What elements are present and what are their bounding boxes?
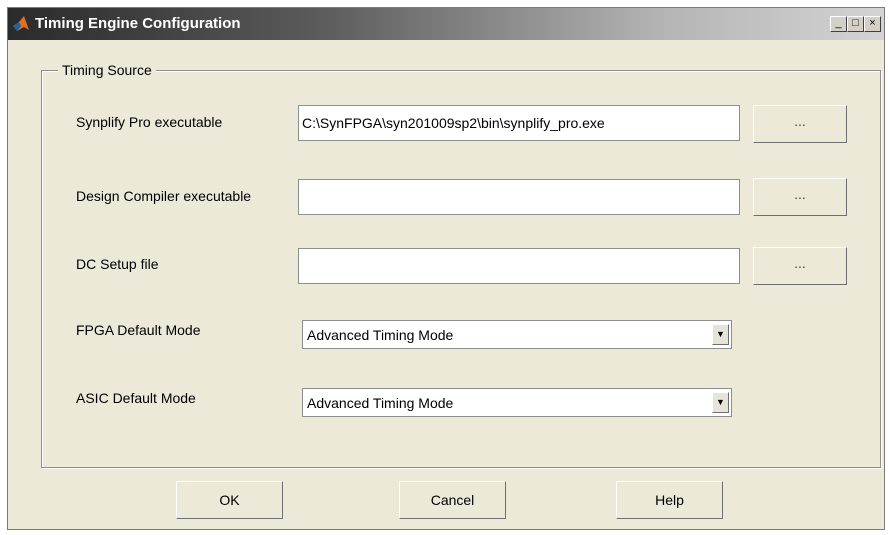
chevron-down-icon[interactable]: ▼ [712, 392, 729, 413]
asic-mode-label: ASIC Default Mode [76, 390, 196, 406]
matlab-logo-icon [13, 16, 29, 31]
ok-button[interactable]: OK [176, 481, 283, 519]
synplify-browse-button[interactable]: ... [753, 105, 847, 143]
synplify-label: Synplify Pro executable [76, 114, 223, 130]
design-compiler-browse-button[interactable]: ... [753, 178, 847, 216]
cancel-button[interactable]: Cancel [399, 481, 506, 519]
window-title: Timing Engine Configuration [35, 15, 241, 32]
dc-setup-browse-button[interactable]: ... [753, 247, 847, 285]
help-button[interactable]: Help [616, 481, 723, 519]
asic-mode-value: Advanced Timing Mode [307, 395, 454, 411]
maximize-button[interactable]: □ [847, 16, 864, 32]
fpga-mode-select[interactable]: Advanced Timing Mode ▼ [302, 320, 732, 349]
dc-setup-path-field[interactable] [298, 248, 740, 284]
close-button[interactable]: × [864, 16, 881, 32]
fpga-mode-label: FPGA Default Mode [76, 322, 201, 338]
minimize-button[interactable]: _ [830, 16, 847, 32]
synplify-path-field[interactable]: C:\SynFPGA\syn201009sp2\bin\synplify_pro… [298, 105, 740, 141]
dialog-window: Timing Engine Configuration _ □ × Timing… [7, 7, 885, 530]
dc-setup-label: DC Setup file [76, 256, 159, 272]
chevron-down-icon[interactable]: ▼ [712, 324, 729, 345]
fpga-mode-value: Advanced Timing Mode [307, 327, 454, 343]
group-label: Timing Source [58, 62, 156, 78]
asic-mode-select[interactable]: Advanced Timing Mode ▼ [302, 388, 732, 417]
design-compiler-label: Design Compiler executable [76, 188, 252, 204]
design-compiler-path-field[interactable] [298, 179, 740, 215]
title-bar[interactable]: Timing Engine Configuration _ □ × [8, 8, 884, 40]
